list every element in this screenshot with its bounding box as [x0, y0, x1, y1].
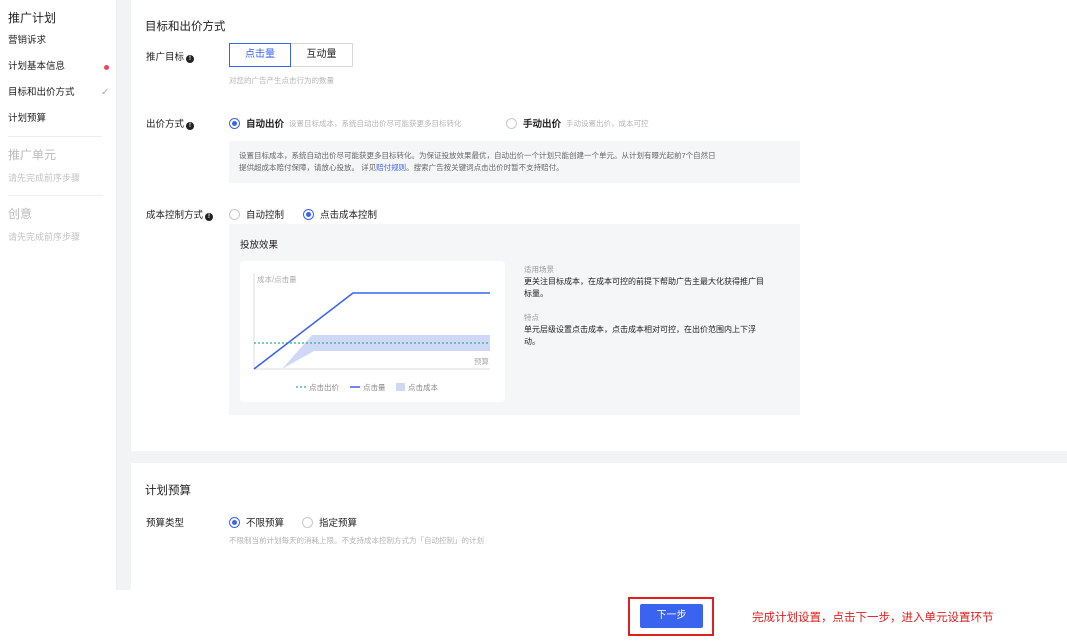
budget-unlimited-radio[interactable]: 不限预算 — [229, 515, 284, 529]
section-title-budget: 计划预算 — [145, 485, 191, 497]
compensation-rules-link[interactable]: 赔付规则 — [376, 163, 406, 172]
bid-label: 出价方式! — [146, 116, 195, 130]
effect-title: 投放效果 — [240, 240, 279, 251]
cost-auto-radio[interactable]: 自动控制 — [229, 207, 284, 221]
sidebar-item-budget[interactable]: 计划预算 — [8, 106, 116, 132]
info-icon: ! — [186, 55, 195, 63]
budget-type-label: 预算类型 — [146, 518, 185, 529]
sidebar-creative-hint: 请先完成前序步骤 — [8, 232, 81, 242]
effect-panel: 投放效果 成本/点击量 预算 点击出价 点击量 点击成本 适用场景 更关注目标成… — [229, 224, 800, 415]
x-axis-label: 预算 — [474, 356, 489, 366]
goal-option-clicks[interactable]: 点击量 — [229, 43, 291, 67]
sidebar-section-creative: 创意 — [8, 207, 33, 221]
chart-legend: 点击出价 点击量 点击成本 — [296, 382, 438, 392]
info-icon: ! — [186, 122, 195, 130]
radio-checked-icon — [303, 208, 314, 220]
effect-chart: 成本/点击量 预算 点击出价 点击量 点击成本 — [240, 261, 505, 402]
legend-bid: 点击出价 — [309, 382, 339, 392]
bid-notice: 设置目标成本，系统自动出价尽可能获更多目标转化。为保证投放效果最优，自动出价一个… — [229, 141, 800, 183]
sidebar-section-unit: 推广单元 — [8, 148, 57, 162]
info-icon: ! — [205, 213, 214, 221]
divider — [8, 195, 102, 196]
legend-cost-swatch — [396, 383, 405, 391]
scene-desc: 适用场景 更关注目标成本，在成本可控的前提下帮助广告主最大化获得推广目 标量。 — [524, 265, 764, 298]
legend-clicks: 点击量 — [363, 382, 386, 392]
y-axis-label: 成本/点击量 — [257, 274, 297, 284]
error-dot-icon — [104, 65, 109, 70]
next-step-button[interactable]: 下一步 — [640, 604, 703, 628]
goal-segmented-control: 点击量 互动量 — [229, 43, 353, 67]
effect-chart-svg: 成本/点击量 预算 点击出价 点击量 点击成本 — [253, 273, 490, 392]
radio-unchecked-icon — [229, 208, 240, 220]
budget-hint: 不限制当前计划每天的消耗上限。不支持成本控制方式为「自动控制」的计划 — [229, 536, 484, 545]
sidebar-item-marketing-goal[interactable]: 营销诉求 — [8, 28, 116, 54]
sidebar-unit-hint: 请先完成前序步骤 — [8, 173, 81, 183]
check-icon: ✓ — [101, 87, 110, 98]
budget-fixed-radio[interactable]: 指定预算 — [302, 515, 357, 529]
sidebar-item-basic-info[interactable]: 计划基本信息 — [8, 54, 116, 80]
feature-desc: 特点 单元层级设置点击成本，点击成本相对可控，在出价范围内上下浮 动。 — [524, 313, 756, 346]
radio-unchecked-icon — [302, 516, 313, 528]
bid-manual-radio[interactable]: 手动出价 手动设置出价，成本可控 — [506, 116, 649, 130]
goal-hint: 对您的广告产生点击行为的数量 — [229, 76, 334, 85]
cost-control-label: 成本控制方式! — [146, 207, 214, 221]
legend-cost: 点击成本 — [408, 382, 438, 392]
annotation-text: 完成计划设置，点击下一步，进入单元设置环节 — [752, 612, 994, 624]
radio-checked-icon — [229, 516, 240, 528]
goal-label: 推广目标! — [146, 49, 195, 63]
sidebar-nav: 推广计划 营销诉求 计划基本信息 目标和出价方式 ✓ 计划预算 推广单元 请先完成… — [0, 0, 117, 590]
radio-checked-icon — [229, 117, 240, 129]
sidebar-item-target-bid[interactable]: 目标和出价方式 ✓ — [8, 80, 116, 106]
bid-auto-radio[interactable]: 自动出价 设置目标成本，系统自动出价尽可能获更多目标转化 — [229, 116, 462, 130]
section-title-target: 目标和出价方式 — [145, 21, 226, 33]
goal-option-interactions[interactable]: 互动量 — [291, 43, 353, 67]
sidebar-section-plan: 推广计划 — [8, 11, 57, 25]
divider — [8, 136, 102, 137]
radio-unchecked-icon — [506, 117, 517, 129]
cost-click-radio[interactable]: 点击成本控制 — [303, 207, 377, 221]
